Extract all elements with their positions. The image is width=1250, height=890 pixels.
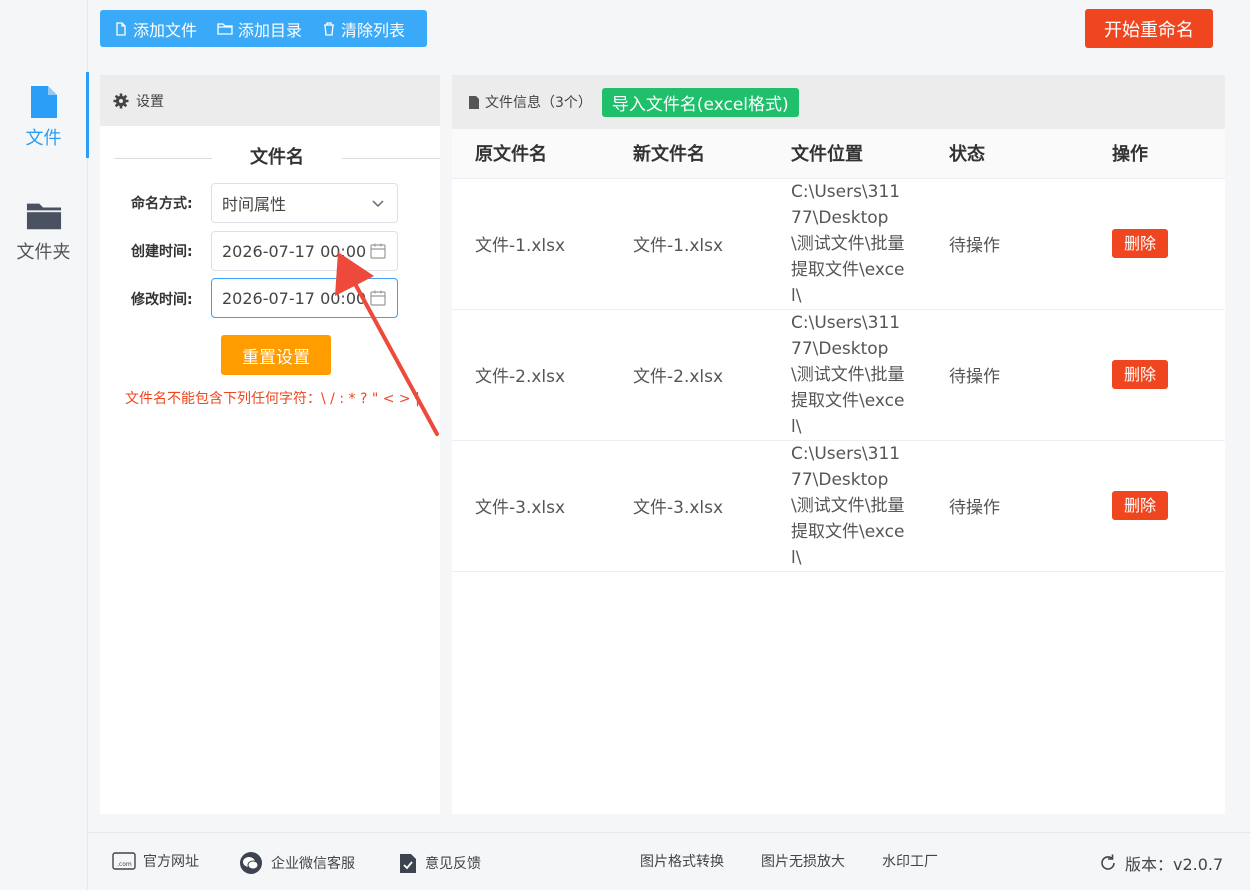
naming-mode-value: 时间属性 bbox=[222, 195, 287, 214]
chevron-down-icon bbox=[367, 195, 389, 211]
cell-location: C:\Users\31177\Desktop\测试文件\批量提取文件\excel… bbox=[768, 178, 926, 310]
file-icon bbox=[30, 86, 57, 118]
feedback-label: 意见反馈 bbox=[425, 856, 481, 872]
cell-status: 待操作 bbox=[926, 178, 1112, 310]
cell-original-name: 文件-2.xlsx bbox=[452, 309, 610, 441]
naming-mode-select[interactable]: 时间属性 bbox=[211, 183, 398, 223]
cell-action: 删除 bbox=[1112, 178, 1225, 310]
nav-label-folder: 文件夹 bbox=[16, 242, 71, 263]
calendar-icon bbox=[367, 290, 389, 306]
section-title-text: 文件名 bbox=[250, 147, 304, 168]
footer: .com 官方网址 企业微信客服 意见反馈 图片格式转换 图片无损放大 水印工厂… bbox=[88, 832, 1250, 890]
delete-button[interactable]: 删除 bbox=[1112, 491, 1168, 520]
clear-list-button[interactable]: 清除列表 bbox=[322, 17, 405, 41]
trash-icon bbox=[324, 21, 335, 36]
col-new-name: 新文件名 bbox=[610, 129, 768, 179]
file-info-header: 文件信息（3个） 导入文件名(excel格式) bbox=[452, 75, 1225, 129]
naming-mode-label: 命名方式: bbox=[131, 196, 193, 212]
col-location: 文件位置 bbox=[768, 129, 926, 179]
calendar-icon bbox=[367, 243, 389, 259]
settings-header: 设置 bbox=[100, 75, 440, 126]
version-info[interactable]: 版本：v2.0.7 bbox=[1098, 851, 1223, 875]
create-time-input[interactable]: 2026-07-17 00:00:00 bbox=[211, 231, 398, 271]
modify-time-value: 2026-07-17 00:00:00 bbox=[222, 288, 367, 308]
cell-location: C:\Users\31177\Desktop\测试文件\批量提取文件\excel… bbox=[768, 440, 926, 572]
folder-outline-icon bbox=[217, 22, 233, 35]
col-status: 状态 bbox=[926, 129, 1112, 179]
col-action: 操作 bbox=[1112, 129, 1225, 179]
toolbar: 添加文件 添加目录 清除列表 bbox=[100, 10, 427, 47]
refresh-icon bbox=[1101, 854, 1115, 870]
website-link[interactable]: .com 官方网址 bbox=[112, 851, 199, 871]
website-icon: .com bbox=[112, 852, 136, 870]
cell-new-name: 文件-1.xlsx bbox=[610, 178, 768, 310]
table-row: 文件-3.xlsx 文件-3.xlsx C:\Users\31177\Deskt… bbox=[452, 440, 1225, 572]
cell-original-name: 文件-3.xlsx bbox=[452, 440, 610, 572]
col-original-name: 原文件名 bbox=[452, 129, 610, 179]
cell-status: 待操作 bbox=[926, 309, 1112, 441]
image-upscale-link[interactable]: 图片无损放大 bbox=[761, 851, 845, 871]
feedback-link[interactable]: 意见反馈 bbox=[398, 851, 481, 875]
clear-list-label: 清除列表 bbox=[341, 20, 406, 40]
modify-time-input[interactable]: 2026-07-17 00:00:00 bbox=[211, 278, 398, 318]
wechat-icon bbox=[240, 852, 262, 874]
file-outline-icon bbox=[116, 21, 126, 36]
cell-location: C:\Users\31177\Desktop\测试文件\批量提取文件\excel… bbox=[768, 309, 926, 441]
wechat-support-link[interactable]: 企业微信客服 bbox=[238, 851, 355, 875]
version-label: 版本：v2.0.7 bbox=[1125, 855, 1224, 874]
cell-new-name: 文件-2.xlsx bbox=[610, 309, 768, 441]
modify-time-label: 修改时间: bbox=[131, 292, 193, 308]
file-info-title: 文件信息（3个） bbox=[485, 95, 592, 111]
filename-warning: 文件名不能包含下列任何字符：\ / : * ? " < > | bbox=[125, 391, 420, 407]
delete-button[interactable]: 删除 bbox=[1112, 229, 1168, 258]
document-icon bbox=[469, 95, 479, 109]
nav-item-folder[interactable]: 文件夹 bbox=[0, 186, 87, 272]
add-directory-button[interactable]: 添加目录 bbox=[217, 17, 302, 41]
svg-text:.com: .com bbox=[117, 861, 132, 868]
cell-new-name: 文件-3.xlsx bbox=[610, 440, 768, 572]
gear-icon bbox=[113, 93, 129, 108]
left-nav: 文件 文件夹 bbox=[0, 0, 89, 890]
import-excel-button[interactable]: 导入文件名(excel格式) bbox=[601, 87, 799, 117]
website-label: 官方网址 bbox=[143, 854, 199, 870]
folder-icon bbox=[26, 203, 61, 230]
nav-item-file[interactable]: 文件 bbox=[0, 72, 89, 158]
watermark-link[interactable]: 水印工厂 bbox=[882, 851, 938, 871]
settings-title: 设置 bbox=[136, 93, 164, 110]
create-time-value: 2026-07-17 00:00:00 bbox=[222, 241, 367, 261]
reset-settings-button[interactable]: 重置设置 bbox=[221, 335, 331, 375]
start-rename-button[interactable]: 开始重命名 bbox=[1085, 9, 1213, 48]
file-info-panel: 文件信息（3个） 导入文件名(excel格式) 原文件名 新文件名 文件位置 状… bbox=[452, 75, 1225, 814]
add-file-button[interactable]: 添加文件 bbox=[114, 17, 197, 41]
image-convert-link[interactable]: 图片格式转换 bbox=[640, 851, 724, 871]
delete-button[interactable]: 删除 bbox=[1112, 360, 1168, 389]
create-time-label: 创建时间: bbox=[131, 244, 193, 260]
feedback-icon bbox=[400, 854, 416, 873]
table-header-row: 原文件名 新文件名 文件位置 状态 操作 bbox=[452, 129, 1225, 179]
section-title: 文件名 bbox=[100, 147, 440, 169]
file-table: 原文件名 新文件名 文件位置 状态 操作 文件-1.xlsx 文件-1.xlsx… bbox=[452, 129, 1225, 572]
cell-status: 待操作 bbox=[926, 440, 1112, 572]
add-directory-label: 添加目录 bbox=[238, 20, 303, 40]
table-row: 文件-1.xlsx 文件-1.xlsx C:\Users\31177\Deskt… bbox=[452, 178, 1225, 310]
settings-panel: 设置 文件名 命名方式: 时间属性 创建时间: 2026-07-17 00:00… bbox=[100, 75, 440, 814]
cell-action: 删除 bbox=[1112, 440, 1225, 572]
wechat-label: 企业微信客服 bbox=[271, 856, 355, 872]
cell-action: 删除 bbox=[1112, 309, 1225, 441]
nav-label-file: 文件 bbox=[25, 128, 62, 149]
cell-original-name: 文件-1.xlsx bbox=[452, 178, 610, 310]
add-file-label: 添加文件 bbox=[133, 20, 198, 40]
table-row: 文件-2.xlsx 文件-2.xlsx C:\Users\31177\Deskt… bbox=[452, 309, 1225, 441]
